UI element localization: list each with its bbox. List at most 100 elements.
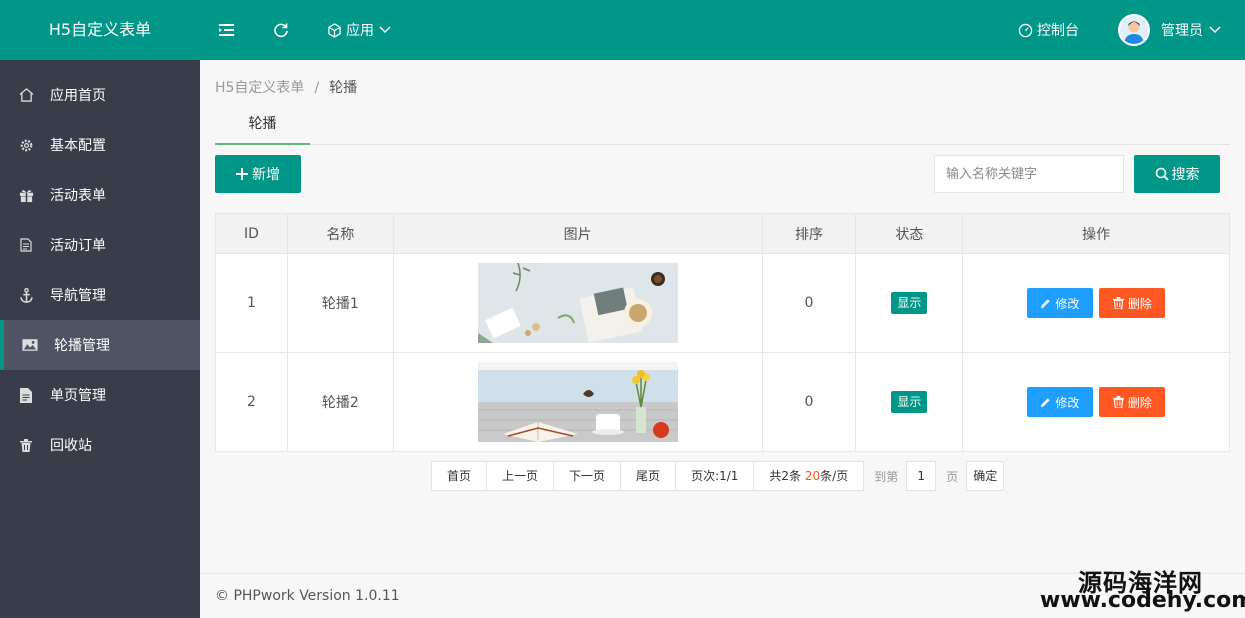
sidebar-item-config[interactable]: 基本配置 — [0, 120, 200, 170]
delete-button[interactable]: 删除 — [1099, 288, 1166, 318]
column-header-sort: 排序 — [761, 213, 857, 254]
page-first-button[interactable]: 首页 — [431, 461, 488, 491]
edit-label: 修改 — [1055, 395, 1080, 410]
trash-icon — [1112, 396, 1124, 408]
edit-button[interactable]: 修改 — [1026, 288, 1093, 318]
delete-label: 删除 — [1127, 395, 1152, 410]
chevron-down-icon — [1209, 26, 1221, 34]
carousel-thumbnail-image[interactable] — [477, 362, 678, 442]
sidebar-item-label: 基本配置 — [50, 138, 106, 154]
cell-image — [392, 253, 763, 353]
cube-icon — [328, 22, 341, 38]
add-button[interactable]: 新增 — [215, 155, 301, 193]
user-menu[interactable]: 管理员 — [1118, 0, 1221, 60]
pagination: 首页 上一页 下一页 尾页 页次:1/1 共2条 20条/页 到第 1 页 确定 — [431, 461, 1005, 491]
main-content: H5自定义表单/轮播 轮播 新增 搜索 ID 名称 图片 排序 状态 操作 1 … — [200, 60, 1245, 618]
app-title[interactable]: H5自定义表单 — [0, 0, 200, 60]
cell-actions: 修改 删除 — [962, 253, 1230, 353]
console-link[interactable]: 控制台 — [1018, 0, 1079, 60]
edit-button[interactable]: 修改 — [1026, 387, 1093, 417]
search-label: 搜索 — [1171, 167, 1200, 183]
document-icon — [18, 237, 34, 253]
file-icon — [18, 387, 34, 403]
sidebar-item-label: 导航管理 — [50, 288, 106, 304]
add-label: 新增 — [252, 167, 280, 183]
plus-icon — [236, 168, 248, 180]
status-badge: 显示 — [891, 391, 928, 413]
edit-label: 修改 — [1055, 296, 1080, 311]
sidebar-item-label: 回收站 — [50, 438, 92, 454]
page-last-button[interactable]: 尾页 — [620, 461, 677, 491]
anchor-icon — [18, 287, 34, 303]
sidebar-item-label: 活动订单 — [50, 238, 106, 254]
toggle-sidebar-button[interactable] — [219, 0, 235, 60]
console-label: 控制台 — [1037, 23, 1079, 39]
column-header-image: 图片 — [392, 213, 763, 254]
pencil-icon — [1041, 397, 1051, 407]
sidebar-item-orders[interactable]: 活动订单 — [0, 220, 200, 270]
refresh-button[interactable] — [273, 0, 289, 60]
trash-icon — [1112, 297, 1124, 309]
page-total: 共2条 20条/页 — [753, 461, 865, 491]
cell-name: 轮播2 — [286, 352, 394, 452]
dashboard-icon — [1018, 23, 1033, 37]
table-row: 2 轮播2 0 显示 修改 删除 — [215, 352, 1230, 452]
status-badge: 显示 — [891, 292, 928, 314]
delete-button[interactable]: 删除 — [1099, 387, 1166, 417]
delete-label: 删除 — [1127, 296, 1152, 311]
column-header-id: ID — [215, 213, 288, 254]
breadcrumb: H5自定义表单 / 轮播 — [215, 77, 357, 97]
table-header-row: ID 名称 图片 排序 状态 操作 — [215, 213, 1230, 254]
column-header-name: 名称 — [286, 213, 394, 254]
column-header-actions: 操作 — [962, 213, 1230, 254]
trash-icon — [18, 437, 34, 453]
sidebar-item-nav[interactable]: 导航管理 — [0, 270, 200, 320]
page-next-button[interactable]: 下一页 — [553, 461, 622, 491]
sidebar-item-recycle[interactable]: 回收站 — [0, 420, 200, 470]
table-row: 1 轮播1 0 显示 修改 删除 — [215, 253, 1230, 353]
cell-image — [392, 352, 763, 452]
cell-status: 显示 — [855, 253, 964, 353]
breadcrumb-current: 轮播 — [329, 80, 358, 96]
cell-sort: 0 — [761, 352, 857, 452]
carousel-thumbnail-image[interactable] — [477, 263, 678, 343]
cell-sort: 0 — [761, 253, 857, 353]
cell-id: 1 — [215, 253, 288, 353]
sidebar-item-home[interactable]: 应用首页 — [0, 70, 200, 120]
page-info: 页次:1/1 — [675, 461, 755, 491]
tab-bar: 轮播 — [215, 104, 1230, 145]
carousel-table: ID 名称 图片 排序 状态 操作 1 轮播1 0 显示 修改 删除 2 轮播2… — [215, 213, 1230, 452]
app-menu-dropdown[interactable]: 应用 — [327, 0, 391, 60]
sidebar: 应用首页 基本配置 活动表单 活动订单 导航管理 轮播管理 单页管理 回收站 — [0, 60, 200, 618]
cell-actions: 修改 删除 — [962, 352, 1230, 452]
app-menu-label: 应用 — [346, 23, 374, 39]
sidebar-item-forms[interactable]: 活动表单 — [0, 170, 200, 220]
sidebar-item-label: 应用首页 — [50, 88, 106, 104]
breadcrumb-separator: / — [314, 80, 320, 96]
sidebar-item-pages[interactable]: 单页管理 — [0, 370, 200, 420]
menu-fold-icon — [219, 24, 234, 36]
tab-carousel[interactable]: 轮播 — [215, 104, 310, 145]
sidebar-item-label: 轮播管理 — [54, 338, 110, 354]
sidebar-item-carousel[interactable]: 轮播管理 — [0, 320, 200, 370]
image-icon — [22, 337, 38, 353]
gift-icon — [18, 187, 34, 203]
cell-id: 2 — [215, 352, 288, 452]
gear-icon — [18, 137, 34, 153]
search-input[interactable] — [934, 155, 1124, 193]
goto-label: 到第 — [874, 469, 899, 484]
search-icon — [1155, 167, 1169, 181]
page-unit-label: 页 — [946, 469, 959, 484]
goto-page-input[interactable]: 1 — [906, 461, 937, 491]
sidebar-item-label: 单页管理 — [50, 388, 106, 404]
breadcrumb-parent[interactable]: H5自定义表单 — [215, 80, 304, 96]
refresh-icon — [274, 23, 288, 38]
avatar — [1118, 14, 1150, 46]
column-header-status: 状态 — [855, 213, 964, 254]
page-prev-button[interactable]: 上一页 — [486, 461, 555, 491]
cell-status: 显示 — [855, 352, 964, 452]
search-button[interactable]: 搜索 — [1134, 155, 1220, 193]
cell-name: 轮播1 — [286, 253, 394, 353]
goto-confirm-button[interactable]: 确定 — [966, 461, 1005, 491]
pencil-icon — [1041, 298, 1051, 308]
